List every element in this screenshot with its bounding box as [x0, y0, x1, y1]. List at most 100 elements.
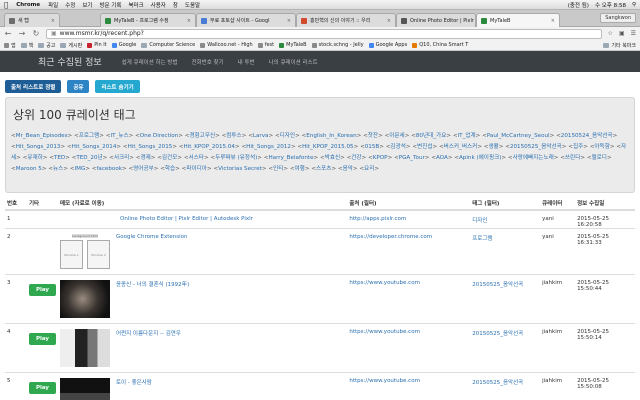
apple-icon[interactable]: 	[4, 1, 8, 9]
bookmark-item[interactable]: MyTaleB	[279, 42, 307, 48]
tag-link[interactable]: Hit_KPOP_2015.05	[302, 144, 354, 150]
back-arrow-icon[interactable]: ←	[4, 29, 12, 38]
tag-link[interactable]: TED	[54, 155, 65, 161]
tag-link[interactable]: English_In_Korean	[306, 133, 356, 139]
bookmark-item[interactable]: fest	[257, 42, 274, 48]
share-button[interactable]: 공유	[67, 80, 90, 93]
tag-filter-link[interactable]: 디자인	[472, 218, 487, 224]
tag-link[interactable]: 015B	[365, 144, 380, 150]
play-button[interactable]: Play	[28, 284, 56, 296]
tag-link[interactable]: 집주	[573, 144, 583, 150]
menubar-clock[interactable]: 수 오후 8:58	[595, 1, 626, 9]
menu-help[interactable]: 도움말	[185, 1, 200, 9]
tag-link[interactable]: 아득함	[594, 144, 609, 150]
tag-link[interactable]: IT_업계	[458, 133, 476, 139]
extension-icon[interactable]: ▣	[619, 30, 625, 37]
tag-link[interactable]: 찻잔	[368, 133, 378, 139]
video-thumbnail[interactable]	[60, 280, 110, 318]
bookmark-folder[interactable]: 책	[20, 42, 33, 49]
tag-link[interactable]: Hit_Songs_2015	[128, 144, 173, 150]
menu-icon[interactable]: ☰	[631, 30, 636, 37]
nav-link-phone[interactable]: 전화번호 찾기	[192, 58, 224, 66]
tag-link[interactable]: AOA	[436, 155, 448, 161]
source-link[interactable]: https://developer.chrome.com	[349, 234, 432, 240]
bookmark-item[interactable]: Pin It	[87, 42, 107, 48]
menu-edit[interactable]: 수정	[65, 1, 75, 9]
source-link[interactable]: http://apps.pixlr.com	[349, 216, 406, 222]
tag-link[interactable]: 쓰린다	[565, 155, 580, 161]
battery-status[interactable]: (충전 됨)	[568, 1, 589, 9]
tag-link[interactable]: 학습	[165, 166, 175, 172]
tag-link[interactable]: 두루짜뷰 (유정석)	[215, 155, 257, 161]
bookmark-item[interactable]: Google	[111, 42, 136, 48]
source-link[interactable]: https://www.youtube.com	[349, 378, 420, 384]
tag-link[interactable]: 컴투스	[226, 133, 241, 139]
tag-link[interactable]: 파이디아	[186, 166, 207, 172]
tag-link[interactable]: 멜로디	[592, 155, 607, 161]
bookmark-folder[interactable]: 공고	[38, 42, 55, 49]
bookmark-item[interactable]: Q10, China Smart T	[412, 42, 468, 48]
menu-bookmarks[interactable]: 북마크	[128, 1, 143, 9]
site-brand[interactable]: 최근 수집된 정보	[38, 55, 102, 68]
bookmark-folder[interactable]: Computer Science	[141, 42, 195, 48]
tag-link[interactable]: 스포츠	[316, 166, 331, 172]
tag-link[interactable]: 경험고무신	[189, 133, 215, 139]
tag-link[interactable]: Hit_KPOP_2015.04	[184, 144, 236, 150]
tag-link[interactable]: Mr_Bean_Episodes	[16, 133, 68, 139]
nav-link-mine[interactable]: 내 투번	[238, 58, 255, 66]
tag-link[interactable]: 뉴스	[53, 166, 63, 172]
tag-link[interactable]: 생활	[488, 144, 498, 150]
tag-link[interactable]: One Direction	[140, 133, 178, 139]
tag-link[interactable]: 변진섭	[417, 144, 432, 150]
tag-link[interactable]: Victorias Secret	[218, 166, 262, 172]
star-icon[interactable]: ☆	[608, 30, 613, 37]
tag-link[interactable]: 건강	[351, 155, 361, 161]
bookmark-folder[interactable]: 게시판	[60, 42, 82, 49]
tag-link[interactable]: Apink (에이핑크)	[459, 155, 501, 161]
tab-close-icon[interactable]: ×	[548, 18, 555, 24]
bookmark-item[interactable]: stock.schng - Jelly	[311, 42, 364, 48]
screenshot-thumbnail[interactable]: background.html Window 1 Window 2	[60, 234, 110, 269]
memo-link[interactable]: 윤종신 - 너의 결혼식 (1992年)	[116, 280, 189, 318]
tag-link[interactable]: Hit_Songs_2014	[72, 144, 117, 150]
bookmark-item[interactable]: Google Apps	[368, 42, 407, 48]
memo-link[interactable]: 어쩐지 이름다운지 -- 김연우	[116, 329, 181, 367]
tag-link[interactable]: Paul_McCartney_Seoul	[487, 133, 550, 139]
tag-link[interactable]: 요리	[364, 166, 374, 172]
tag-link[interactable]: IT_뉴스	[110, 133, 128, 139]
bookmark-item[interactable]: Wallcoo.net - High	[200, 42, 253, 48]
tab-close-icon[interactable]: ×	[284, 18, 291, 24]
tag-link[interactable]: 20150524_음악선곡	[561, 133, 613, 139]
source-link[interactable]: https://www.youtube.com	[349, 329, 420, 335]
tag-link[interactable]: Hit_Songs_2013	[16, 144, 61, 150]
tag-filter-link[interactable]: 20150525_음악선곡	[472, 380, 523, 386]
menu-history[interactable]: 방문 기록	[99, 1, 121, 9]
tag-link[interactable]: 서크리	[114, 155, 129, 161]
tab-blog[interactable]: 홍민혁의 신의 이야기 :: 우리 ×	[296, 13, 396, 27]
tag-filter-link[interactable]: 20150525_음악선곡	[472, 331, 523, 337]
tag-link[interactable]: 20150525_음악선곡	[510, 144, 562, 150]
hide-list-button[interactable]: 리스트 숨기기	[95, 80, 140, 93]
memo-link[interactable]: Google Chrome Extension	[116, 234, 187, 269]
sort-by-source-button[interactable]: 출처 리스트로 정렬	[5, 80, 62, 93]
tab-close-icon[interactable]: ×	[384, 18, 391, 24]
tag-link[interactable]: Maroon 5	[16, 166, 42, 172]
tag-link[interactable]: Hit_Songs_2012	[246, 144, 291, 150]
play-button[interactable]: Play	[28, 382, 56, 394]
tag-link[interactable]: 영어공부	[133, 166, 154, 172]
menubar-app-name[interactable]: Chrome	[16, 2, 40, 8]
tab-new-tab[interactable]: 새 탭 ×	[4, 13, 60, 27]
play-button[interactable]: Play	[28, 333, 56, 345]
tag-link[interactable]: 김광석	[390, 144, 405, 150]
tag-link[interactable]: 이문세	[389, 133, 404, 139]
tag-link[interactable]: TED_20년	[76, 155, 102, 161]
tag-link[interactable]: 여행	[295, 166, 305, 172]
tag-link[interactable]: KPOP	[373, 155, 388, 161]
tag-link[interactable]: 유재하	[27, 155, 42, 161]
bookmark-other[interactable]: 기타 북마크	[603, 42, 636, 49]
tag-link[interactable]: 서스타	[189, 155, 204, 161]
menu-view[interactable]: 보기	[82, 1, 92, 9]
video-thumbnail[interactable]	[60, 329, 110, 367]
tag-filter-link[interactable]: 20150525_음악선곡	[472, 282, 523, 288]
tag-link[interactable]: Larva	[253, 133, 269, 139]
